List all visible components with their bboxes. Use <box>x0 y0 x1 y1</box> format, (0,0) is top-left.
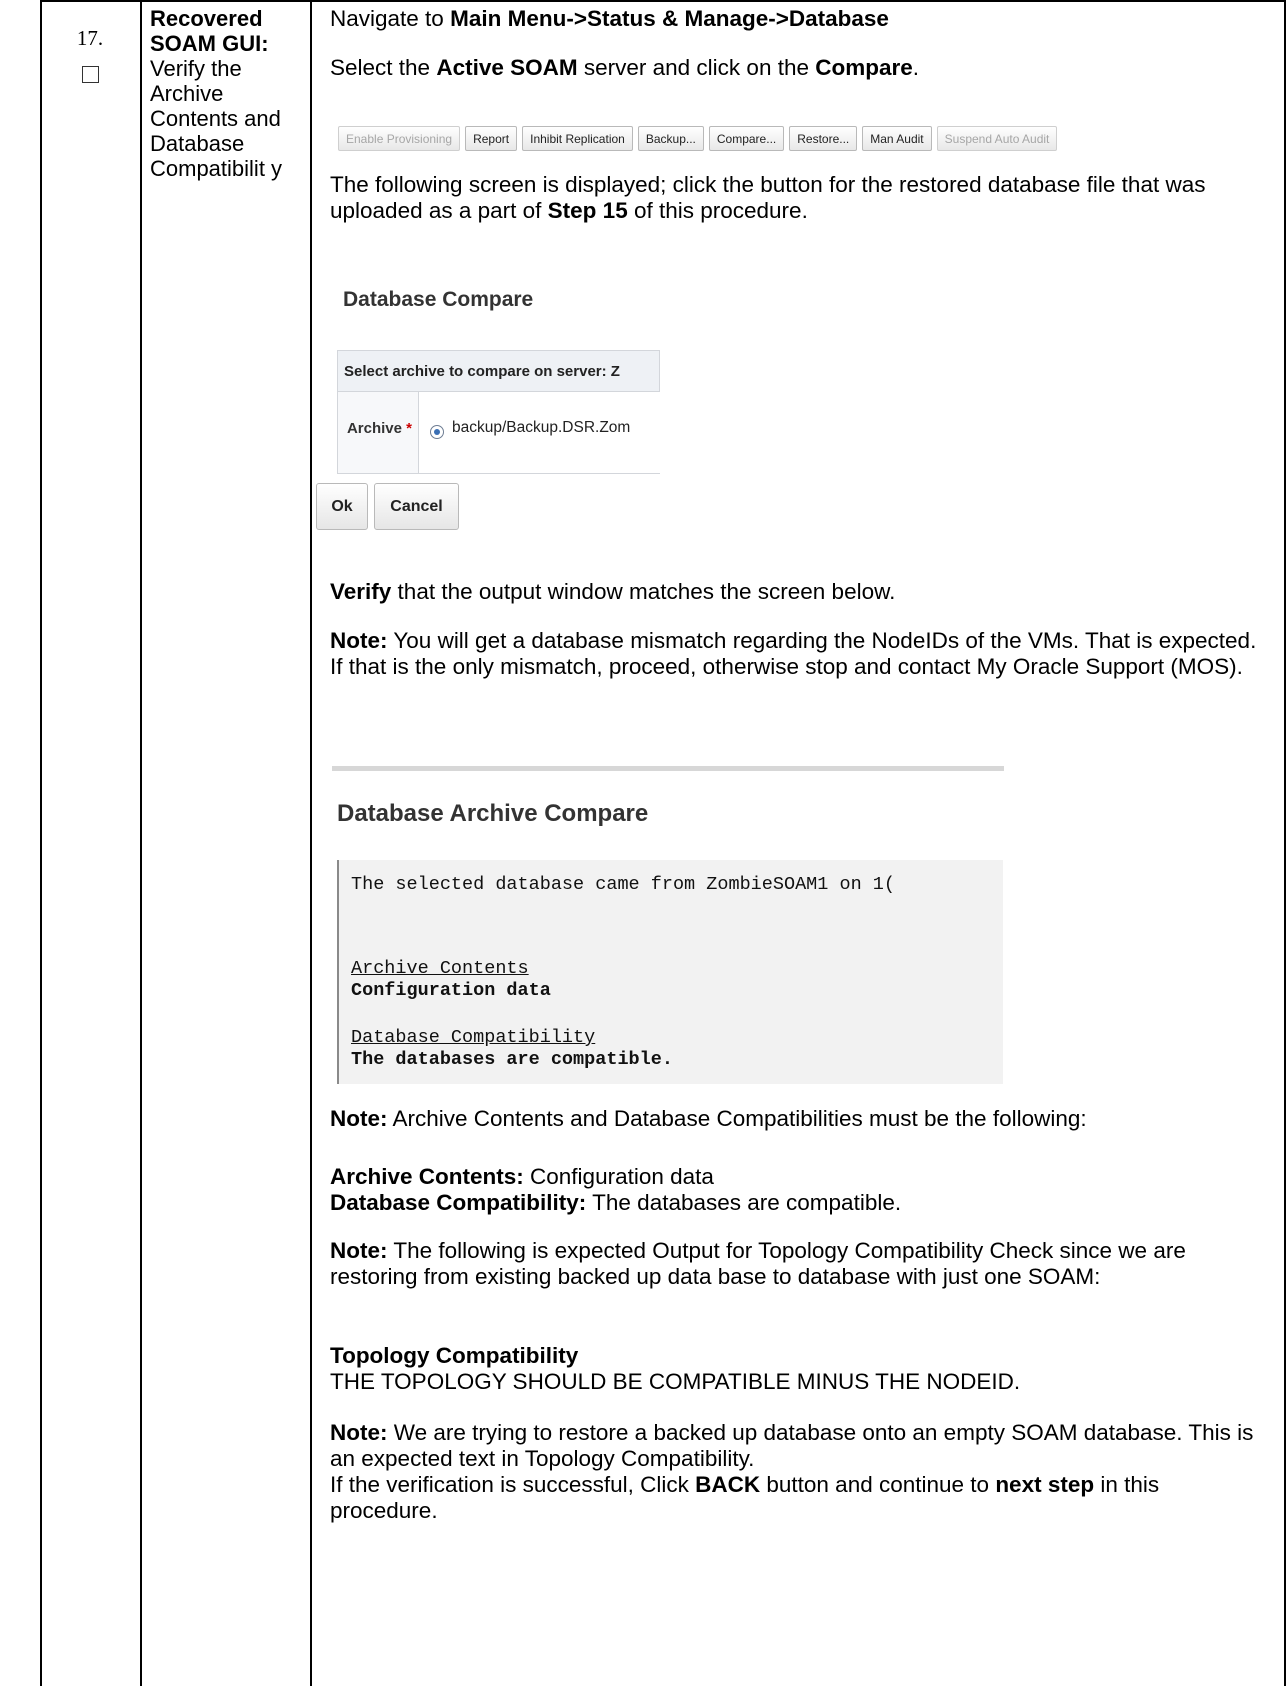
archive-label: Archive * <box>338 420 418 437</box>
archive-label-text: Archive <box>346 420 402 437</box>
topology-value: THE TOPOLOGY SHOULD BE COMPATIBLE MINUS … <box>330 1369 1021 1394</box>
select-mid: server and click on the <box>577 55 816 80</box>
column-divider-1 <box>140 0 142 1686</box>
database-compare-header: Select archive to compare on server: Z <box>337 350 660 392</box>
nav-path: Main Menu->Status & Manage->Database <box>450 6 889 31</box>
step-title-bold: Recovered SOAM GUI: <box>150 6 269 56</box>
suspend-auto-audit-button[interactable]: Suspend Auto Audit <box>936 126 1058 151</box>
verify-instruction: Verify that the output window matches th… <box>330 579 1260 605</box>
ok-button[interactable]: Ok <box>316 483 368 530</box>
backup-button[interactable]: Backup... <box>637 126 704 151</box>
select-prefix: Select the <box>330 55 437 80</box>
table-top-border <box>40 0 1286 2</box>
archive-contents-output: Configuration data <box>351 980 551 1001</box>
archive-compare-top-bar <box>332 766 1004 771</box>
archive-row: Archive * backup/Backup.DSR.Zom <box>337 392 660 474</box>
note-2-text: Archive Contents and Database Compatibil… <box>387 1106 1087 1131</box>
final-instruction: If the verification is successful, Click… <box>330 1472 1260 1524</box>
step-number: 17. <box>76 26 104 50</box>
archive-contents-heading: Archive Contents <box>351 958 529 979</box>
step-checkbox[interactable] <box>82 66 99 83</box>
note-label: Note: <box>330 628 388 653</box>
note-4: Note: We are trying to restore a backed … <box>330 1420 1260 1472</box>
final-back: BACK <box>695 1472 761 1497</box>
archive-radio[interactable] <box>430 425 444 439</box>
note-label: Note: <box>330 1106 388 1131</box>
select-end: . <box>912 55 920 80</box>
archive-contents-value: Configuration data <box>523 1164 714 1189</box>
db-compat-line: Database Compatibility: The databases ar… <box>330 1190 1260 1216</box>
note-1-text: You will get a database mismatch regardi… <box>330 628 1257 679</box>
database-compare-title: Database Compare <box>343 288 534 311</box>
final-next: next step <box>995 1472 1095 1497</box>
nav-prefix: Navigate to <box>330 6 451 31</box>
screen-step: Step 15 <box>547 198 628 223</box>
note-3-text: The following is expected Output for Top… <box>330 1238 1186 1289</box>
nav-instruction: Navigate to Main Menu->Status & Manage->… <box>330 6 1260 32</box>
note-3: Note: The following is expected Output f… <box>330 1238 1260 1290</box>
compare-button[interactable]: Compare... <box>708 126 785 151</box>
enable-provisioning-button[interactable]: Enable Provisioning <box>338 126 461 151</box>
note-label: Note: <box>330 1238 388 1263</box>
note-4-text: We are trying to restore a backed up dat… <box>330 1420 1254 1471</box>
select-instruction: Select the Active SOAM server and click … <box>330 55 1260 81</box>
database-toolbar: Enable Provisioning Report Inhibit Repli… <box>338 126 1058 151</box>
note-1: Note: You will get a database mismatch r… <box>330 628 1260 680</box>
db-compat-label: Database Compatibility: <box>330 1190 587 1215</box>
note-label: Note: <box>330 1420 388 1445</box>
archive-compare-title: Database Archive Compare <box>337 800 649 827</box>
verify-rest: that the output window matches the scree… <box>391 579 896 604</box>
archive-contents-line: Archive Contents: Configuration data <box>330 1164 1260 1190</box>
table-left-border <box>40 0 42 1686</box>
man-audit-button[interactable]: Man Audit <box>862 126 932 151</box>
report-button[interactable]: Report <box>465 126 518 151</box>
archive-source-line: The selected database came from ZombieSO… <box>351 874 895 895</box>
final-prefix: If the verification is successful, Click <box>330 1472 696 1497</box>
restore-button[interactable]: Restore... <box>789 126 858 151</box>
inhibit-replication-button[interactable]: Inhibit Replication <box>522 126 633 151</box>
column-divider-2 <box>310 0 312 1686</box>
screen-suffix: of this procedure. <box>627 198 808 223</box>
cancel-button[interactable]: Cancel <box>374 483 459 530</box>
step-title: Recovered SOAM GUI: Verify the Archive C… <box>150 6 298 181</box>
note-2: Note: Archive Contents and Database Comp… <box>330 1106 1260 1132</box>
select-button-name: Compare <box>815 55 913 80</box>
topology-heading: Topology Compatibility <box>330 1343 579 1368</box>
required-mark: * <box>406 420 412 437</box>
step-title-rest: Verify the Archive Contents and Database… <box>150 56 283 181</box>
screen-instruction: The following screen is displayed; click… <box>330 172 1260 224</box>
archive-compare-output: The selected database came from ZombieSO… <box>337 860 1003 1084</box>
db-compat-output: The databases are compatible. <box>351 1049 673 1070</box>
archive-contents-label: Archive Contents: <box>330 1164 524 1189</box>
archive-value: backup/Backup.DSR.Zom <box>452 419 631 436</box>
select-server: Active SOAM <box>436 55 578 80</box>
verify-bold: Verify <box>330 579 392 604</box>
db-compat-heading: Database Compatibility <box>351 1027 596 1048</box>
db-compat-value: The databases are compatible. <box>586 1190 902 1215</box>
final-mid: button and continue to <box>760 1472 996 1497</box>
